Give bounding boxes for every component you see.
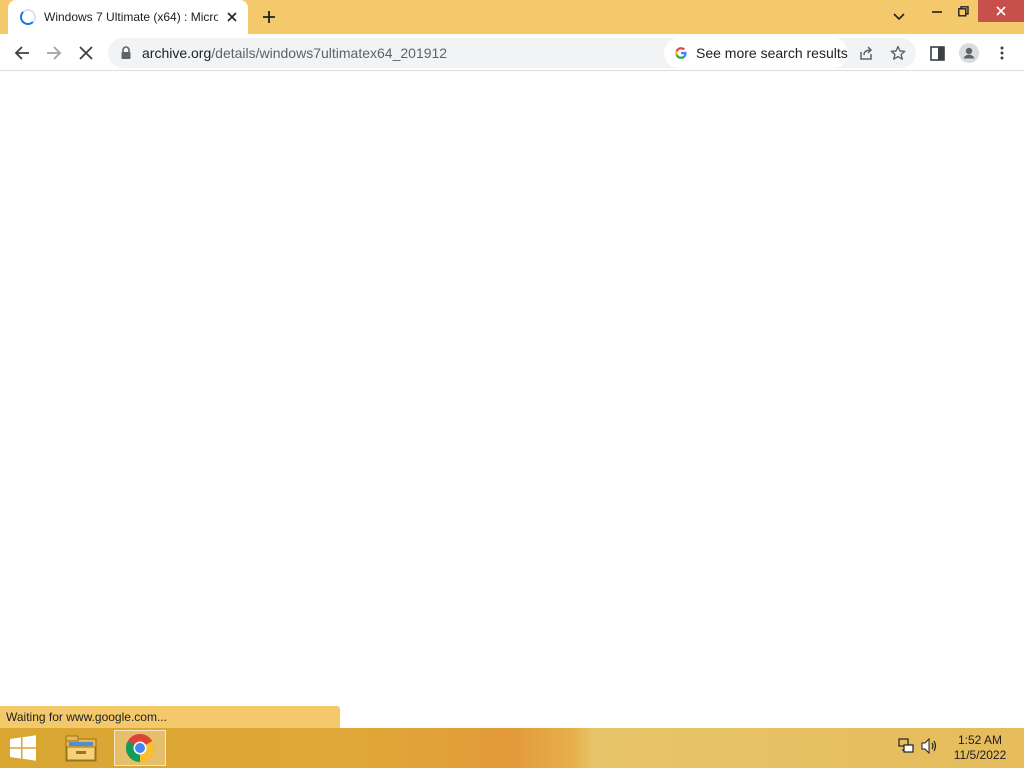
close-icon (996, 6, 1006, 16)
url-text[interactable]: archive.org/details/windows7ultimatex64_… (142, 45, 447, 61)
status-bubble: Waiting for www.google.com... (0, 706, 340, 728)
share-icon (860, 46, 873, 60)
forward-button[interactable] (40, 39, 68, 67)
tab-search-button[interactable] (888, 6, 910, 28)
side-panel-button[interactable] (923, 39, 951, 67)
back-button[interactable] (8, 39, 36, 67)
title-bar: Windows 7 Ultimate (x64) : Microsoft (0, 0, 1024, 34)
close-icon[interactable] (224, 9, 240, 25)
browser-toolbar: archive.org/details/windows7ultimatex64_… (0, 34, 1024, 71)
clock-time: 1:52 AM (957, 733, 1003, 747)
chevron-down-icon (893, 13, 905, 21)
url-domain: archive.org (142, 45, 212, 61)
bookmark-button[interactable] (886, 41, 910, 65)
menu-button[interactable] (988, 39, 1016, 67)
start-button[interactable] (8, 735, 38, 761)
taskbar-chrome[interactable] (114, 730, 166, 766)
clock-date: 11/5/2022 (953, 748, 1007, 762)
search-chip[interactable]: See more search results (664, 38, 848, 68)
stop-button[interactable] (72, 39, 100, 67)
url-path: /details/windows7ultimatex64_201912 (211, 45, 448, 61)
taskbar: 1:52 AM 11/5/2022 (0, 728, 1024, 768)
page-content (0, 72, 1024, 706)
taskbar-file-explorer[interactable] (55, 730, 107, 766)
profile-button[interactable] (955, 39, 983, 67)
loading-spinner-icon (20, 9, 36, 25)
browser-tab[interactable]: Windows 7 Ultimate (x64) : Microsoft (8, 0, 248, 34)
new-tab-button[interactable] (258, 6, 280, 28)
plus-icon (263, 11, 275, 23)
profile-icon (959, 43, 979, 63)
forward-arrow-icon (47, 46, 62, 60)
file-explorer-icon (65, 735, 97, 762)
search-chip-label: See more search results (696, 45, 848, 61)
volume-tray[interactable] (921, 737, 939, 759)
restore-button[interactable] (950, 0, 976, 22)
share-button[interactable] (854, 41, 878, 65)
network-icon (898, 738, 914, 753)
google-icon (675, 47, 687, 59)
more-vert-icon (1000, 46, 1004, 60)
windows-logo-icon (10, 735, 36, 761)
star-icon (890, 45, 906, 60)
restore-icon (957, 5, 969, 16)
window-close-button[interactable] (978, 0, 1024, 22)
chrome-icon (126, 734, 154, 762)
back-arrow-icon (14, 46, 29, 60)
minimize-button[interactable] (922, 0, 952, 22)
volume-icon (921, 737, 937, 755)
stop-icon (79, 46, 93, 60)
network-tray[interactable] (898, 738, 914, 759)
side-panel-icon (929, 45, 945, 61)
lock-icon[interactable] (120, 46, 132, 60)
clock[interactable]: 1:52 AM 11/5/2022 (945, 733, 1015, 763)
tab-title: Windows 7 Ultimate (x64) : Microsoft (44, 10, 218, 24)
minimize-icon (932, 11, 942, 13)
address-bar[interactable]: archive.org/details/windows7ultimatex64_… (108, 38, 916, 68)
